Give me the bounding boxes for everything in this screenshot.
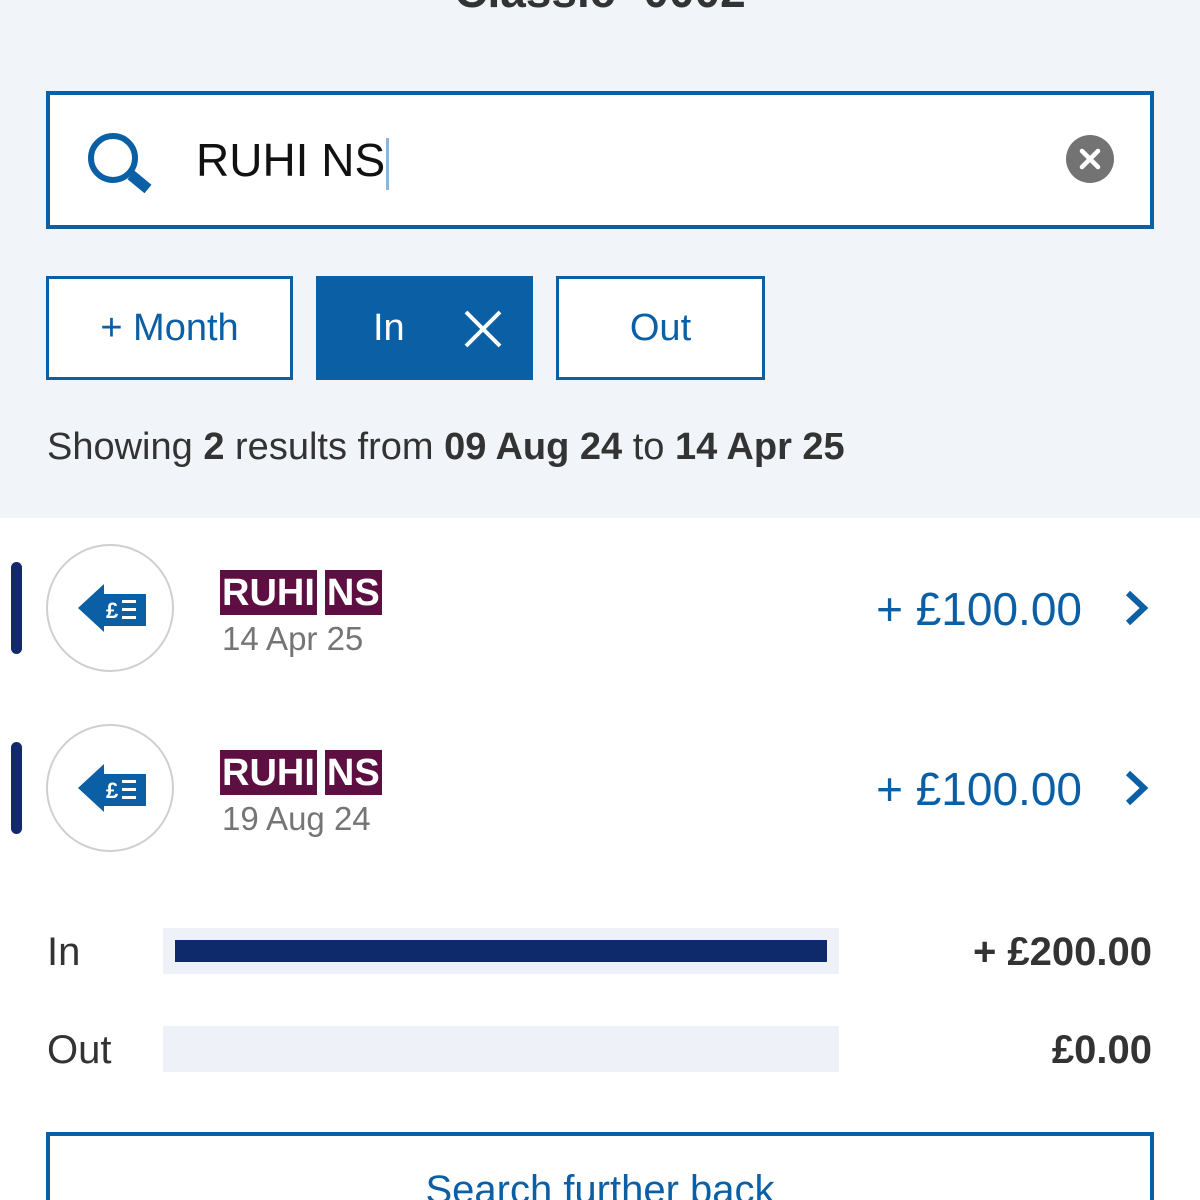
money-out-total: £0.00 <box>1051 1028 1152 1072</box>
to-date: 14 Apr 25 <box>675 426 845 468</box>
remove-filter-icon[interactable] <box>463 309 503 349</box>
in-filter-chip[interactable]: In <box>316 276 533 380</box>
chevron-right-icon[interactable] <box>1122 770 1152 806</box>
search-input-text: RUHI NS <box>196 134 386 186</box>
highlight-match: NS <box>324 570 382 615</box>
money-in-label: In <box>47 930 81 974</box>
search-field[interactable]: RUHI NS <box>46 91 1154 229</box>
transaction-amount: + £100.00 <box>876 583 1082 635</box>
summary-to-word: to <box>622 426 675 468</box>
transaction-date: 14 Apr 25 <box>222 620 364 657</box>
from-date: 09 Aug 24 <box>444 426 623 468</box>
out-filter-label: Out <box>629 306 692 349</box>
transaction-name: RUHI NS <box>220 740 382 795</box>
results-count: 2 <box>203 426 225 468</box>
incoming-transfer-icon: £ <box>78 584 146 632</box>
summary-middle: results from <box>224 426 445 468</box>
search-icon <box>88 133 152 194</box>
page-title: Classic ·0002 <box>0 0 1200 18</box>
summary-prefix: Showing <box>47 426 204 468</box>
search-panel: Classic ·0002 RUHI NS + Month In <box>0 0 1200 518</box>
transaction-search-screen: Classic ·0002 RUHI NS + Month In <box>0 0 1200 1200</box>
search-input[interactable]: RUHI NS <box>196 127 390 193</box>
month-filter-button[interactable]: + Month <box>46 276 293 380</box>
close-icon <box>1079 148 1101 170</box>
money-out-bar <box>163 1026 839 1072</box>
transaction-name: RUHI NS <box>220 560 382 615</box>
highlight-match: RUHI <box>220 750 317 795</box>
month-filter-label: + Month <box>100 306 239 349</box>
transaction-row[interactable]: £ RUHI NS 14 Apr 25 + £100.00 <box>0 532 1200 682</box>
out-filter-button[interactable]: Out <box>556 276 765 380</box>
transaction-marker <box>11 742 22 834</box>
money-out-label: Out <box>47 1028 112 1072</box>
highlight-match: NS <box>324 750 382 795</box>
money-in-total: + £200.00 <box>972 930 1152 974</box>
money-in-bar <box>163 928 839 974</box>
svg-text:£: £ <box>106 778 119 803</box>
clear-search-button[interactable] <box>1066 135 1114 183</box>
transaction-date: 19 Aug 24 <box>222 800 371 837</box>
money-in-bar-fill <box>175 940 827 962</box>
transaction-row[interactable]: £ RUHI NS 19 Aug 24 + £100.00 <box>0 712 1200 862</box>
transaction-marker <box>11 562 22 654</box>
transaction-amount: + £100.00 <box>876 763 1082 815</box>
svg-text:£: £ <box>106 598 119 623</box>
search-further-back-button[interactable]: Search further back <box>46 1132 1154 1200</box>
in-filter-label: In <box>373 306 405 349</box>
text-caret <box>386 137 390 190</box>
transaction-type-avatar: £ <box>46 544 174 672</box>
chevron-right-icon[interactable] <box>1122 590 1152 626</box>
highlight-match: RUHI <box>220 570 317 615</box>
results-summary: Showing 2 results from 09 Aug 24 to 14 A… <box>47 426 845 469</box>
transaction-type-avatar: £ <box>46 724 174 852</box>
incoming-transfer-icon: £ <box>78 764 146 812</box>
